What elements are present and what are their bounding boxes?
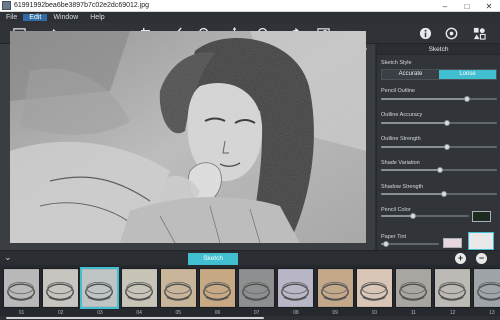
paper-texture-preview[interactable] [468,232,494,250]
preset-thumbnail[interactable] [277,268,315,308]
app-window: 61991992bea6be3897b7c02e2dc69012.jpg – □… [0,0,500,320]
preset-thumbnail[interactable] [3,268,40,308]
slider-fill [381,122,448,124]
app-icon [2,1,11,10]
preset-thumbnail[interactable] [434,268,472,308]
preset-thumbnails: 01 02 03 04 05 06 07 08 09 10 11 12 13 [0,265,500,320]
slider-knob[interactable] [444,120,451,126]
slider-fill [381,169,441,171]
outline-accuracy-label: Outline Accuracy [381,112,423,118]
info-icon[interactable] [418,26,433,41]
preset-bar: ⌄ Sketch + − [0,250,500,265]
slider-knob[interactable] [383,241,390,247]
pencil-outline-slider[interactable] [381,96,497,102]
close-button[interactable]: ✕ [478,0,500,12]
panel-title: Sketch [377,44,500,55]
shade-variation-slider[interactable] [381,167,497,173]
preset-thumbnail[interactable] [316,268,354,308]
preset-thumbnail[interactable] [159,268,197,308]
shadow-strength-slider[interactable] [381,191,497,197]
maximize-button[interactable]: □ [456,0,478,12]
menu-window[interactable]: Window [47,14,84,21]
slider-knob[interactable] [463,96,470,102]
preset-thumbnail[interactable] [395,268,432,308]
panel-collapse-icon[interactable]: › [365,46,373,54]
paper-tint-slider[interactable] [381,241,439,247]
outline-strength-slider[interactable] [381,144,497,150]
shade-variation-label: Shade Variation [381,160,420,166]
slider-fill [381,98,467,100]
preset-thumbnail[interactable] [81,268,119,308]
outline-strength-label: Outline Strength [381,136,421,142]
shadow-strength-label: Shadow Strength [381,184,424,190]
preset-thumbnail[interactable] [473,268,500,308]
style-option-loose[interactable]: Loose [439,70,496,79]
remove-preset-button[interactable]: − [476,253,487,264]
slider-knob[interactable] [437,167,444,173]
slider-knob[interactable] [444,144,451,150]
add-preset-button[interactable]: + [455,253,466,264]
tab-sketch-presets[interactable]: Sketch [188,253,238,265]
menu-file[interactable]: File [0,14,23,21]
minimize-button[interactable]: – [434,0,456,12]
slider-knob[interactable] [440,191,447,197]
slider-fill [381,193,444,195]
pencil-color-swatch[interactable] [472,211,491,222]
preset-thumbnail[interactable] [199,268,236,308]
title-bar: 61991992bea6be3897b7c02e2dc69012.jpg [0,0,500,12]
preset-thumbnail[interactable] [42,268,80,308]
sketch-settings-panel: Sketch Sketch Style Accurate Loose Penci… [376,44,500,250]
preset-thumbnail[interactable] [120,268,158,308]
pencil-color-slider[interactable] [381,213,469,219]
slider-track[interactable] [381,243,439,245]
menu-help[interactable]: Help [84,14,110,21]
presets-icon[interactable] [472,26,487,41]
collapse-presets-icon[interactable]: ⌄ [4,252,12,263]
window-title: 61991992bea6be3897b7c02e2dc69012.jpg [14,2,150,9]
scrollbar-thumb[interactable] [6,317,264,319]
slider-knob[interactable] [409,213,416,219]
slider-fill [381,146,448,148]
preset-thumbnail[interactable] [355,268,393,308]
sketch-style-toggle: Accurate Loose [381,69,497,80]
sketch-photo [10,31,366,243]
paper-tint-swatch[interactable] [443,238,462,248]
paper-tint-label: Paper Tint [381,234,407,240]
slider-fill [381,215,413,217]
style-option-accurate[interactable]: Accurate [382,70,439,79]
menu-edit[interactable]: Edit [23,14,48,21]
outline-accuracy-slider[interactable] [381,120,497,126]
preset-thumbnail[interactable] [238,268,276,308]
menu-bar: File Edit Window Help [0,12,500,23]
thumbnail-scrollbar[interactable] [0,316,500,320]
settings-icon[interactable] [444,26,459,41]
sketch-style-label: Sketch Style [381,60,412,66]
pencil-outline-label: Pencil Outline [381,88,415,94]
